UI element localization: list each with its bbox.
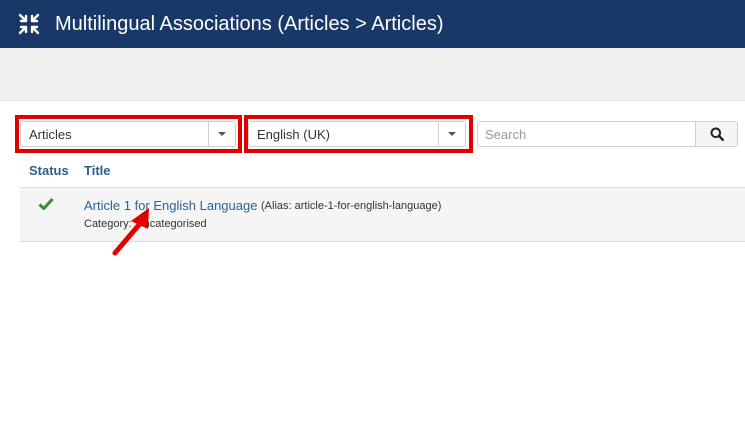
compress-icon[interactable] bbox=[17, 12, 41, 36]
column-header-title[interactable]: Title bbox=[84, 163, 111, 178]
search-input[interactable] bbox=[477, 121, 696, 147]
search-button[interactable] bbox=[695, 121, 738, 147]
red-arrow-icon bbox=[112, 208, 149, 256]
search-icon bbox=[710, 127, 724, 141]
article-alias: (Alias: article-1-for-english-language) bbox=[261, 200, 442, 212]
language-highlight bbox=[244, 115, 473, 153]
toolbar bbox=[0, 48, 745, 101]
item-type-highlight bbox=[15, 115, 242, 153]
column-header-status[interactable]: Status bbox=[29, 163, 69, 178]
page-title: Multilingual Associations (Articles > Ar… bbox=[55, 13, 444, 35]
page-header: Multilingual Associations (Articles > Ar… bbox=[0, 0, 745, 48]
check-icon[interactable] bbox=[38, 197, 54, 211]
